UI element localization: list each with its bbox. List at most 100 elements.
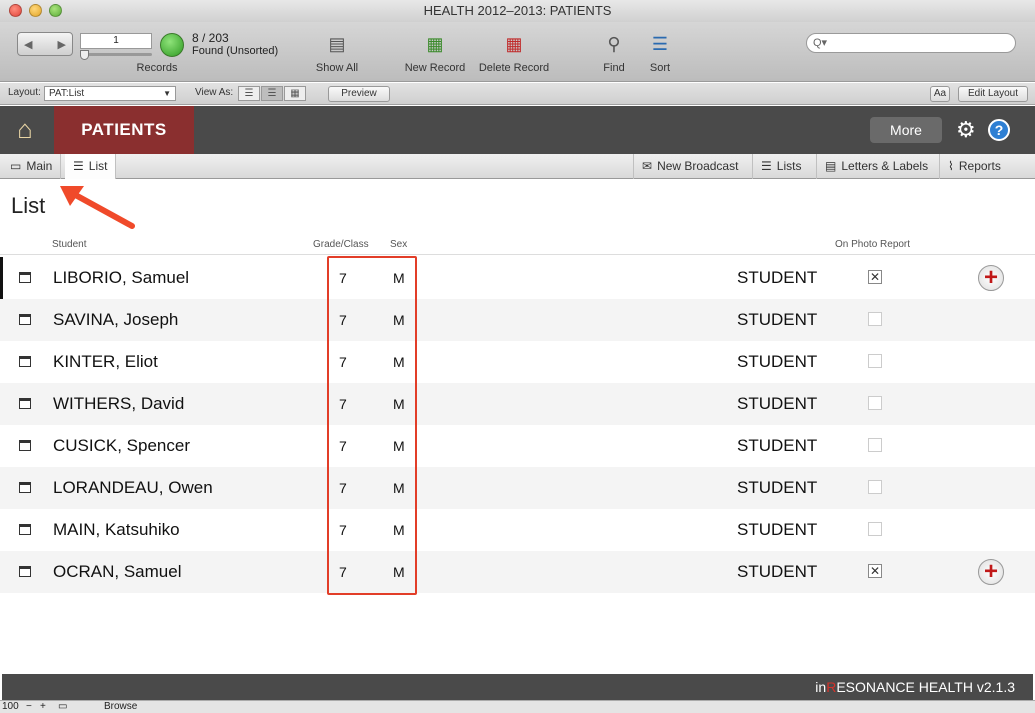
document-icon: ▤ <box>825 159 837 173</box>
new-record-button[interactable]: New Record <box>400 62 470 74</box>
tab-main[interactable]: ▭ Main <box>2 154 62 179</box>
photo-report-checkbox[interactable] <box>868 438 882 452</box>
photo-report-checkbox[interactable] <box>868 312 882 326</box>
find-button[interactable]: Find <box>594 62 634 74</box>
current-record-input[interactable]: 1 <box>80 33 152 49</box>
status-toolbar-toggle-icon[interactable]: ▭ <box>58 701 67 712</box>
delete-record-button[interactable]: Delete Record <box>475 62 553 74</box>
table-row[interactable]: LIBORIO, Samuel 7 M STUDENT ✕ + <box>0 257 1035 299</box>
table-row[interactable]: SAVINA, Joseph 7 M STUDENT <box>0 299 1035 341</box>
table-row[interactable]: LORANDEAU, Owen 7 M STUDENT <box>0 467 1035 509</box>
student-name[interactable]: CUSICK, Spencer <box>53 436 190 456</box>
view-as-table-icon[interactable]: ▦ <box>284 86 306 101</box>
role-value: STUDENT <box>737 562 818 581</box>
lists-button[interactable]: ☰ Lists <box>752 154 809 179</box>
show-all-icon[interactable]: ▤ <box>324 32 350 56</box>
photo-report-checkbox[interactable] <box>868 396 882 410</box>
record-navigator[interactable]: ◀ ▶ <box>17 32 73 56</box>
new-broadcast-button[interactable]: ✉ New Broadcast <box>633 154 746 179</box>
broadcast-icon: ✉ <box>642 159 653 173</box>
view-as-label: View As: <box>195 87 234 98</box>
student-name[interactable]: LORANDEAU, Owen <box>53 478 213 498</box>
quick-find-input[interactable]: Q▾ <box>806 33 1016 53</box>
photo-report-checkbox[interactable]: ✕ <box>868 270 882 284</box>
table-row[interactable]: OCRAN, Samuel 7 M STUDENT ✕ + <box>0 551 1035 593</box>
found-set-pie-icon <box>160 33 184 57</box>
record-window-icon[interactable] <box>19 398 31 409</box>
sub-navigation: ▭ Main ☰ List ✉ New Broadcast ☰ Lists ▤ … <box>0 154 1035 179</box>
tab-list-label: List <box>88 159 108 173</box>
tab-list[interactable]: ☰ List <box>65 154 117 179</box>
more-button[interactable]: More <box>870 117 942 143</box>
sort-button[interactable]: Sort <box>640 62 680 74</box>
student-name[interactable]: MAIN, Katsuhiko <box>53 520 180 540</box>
column-sex: Sex <box>390 239 408 250</box>
zoom-in-icon[interactable]: + <box>40 701 46 712</box>
column-grade: Grade/Class <box>313 239 369 250</box>
student-name[interactable]: LIBORIO, Samuel <box>53 268 189 288</box>
photo-report-checkbox[interactable] <box>868 354 882 368</box>
view-as-form-icon[interactable]: ☰ <box>238 86 260 101</box>
table-row[interactable]: KINTER, Eliot 7 M STUDENT <box>0 341 1035 383</box>
home-icon[interactable]: ⌂ <box>10 114 40 144</box>
table-row[interactable]: CUSICK, Spencer 7 M STUDENT <box>0 425 1035 467</box>
column-photo-report: On Photo Report <box>835 239 911 250</box>
photo-report-checkbox[interactable] <box>868 522 882 536</box>
show-all-button[interactable]: Show All <box>307 62 367 74</box>
medical-cross-icon[interactable]: + <box>978 265 1004 291</box>
record-window-icon[interactable] <box>19 482 31 493</box>
table-row[interactable]: MAIN, Katsuhiko 7 M STUDENT <box>0 509 1035 551</box>
delete-record-icon[interactable]: ▦ <box>501 32 527 56</box>
found-state: Found (Unsorted) <box>192 45 279 57</box>
layout-bar: Layout: PAT:List ▼ View As: ☰ ☰ ▦ Previe… <box>0 83 1035 105</box>
letters-labels-button[interactable]: ▤ Letters & Labels <box>816 154 936 179</box>
toolbar: ◀ ▶ 1 Records 8 / 203 Found (Unsorted) ▤… <box>0 22 1035 82</box>
student-name[interactable]: SAVINA, Joseph <box>53 310 178 330</box>
zoom-out-icon[interactable]: − <box>26 701 32 712</box>
annotation-highlight-box <box>327 256 417 595</box>
new-record-icon[interactable]: ▦ <box>422 32 448 56</box>
view-as-list-icon[interactable]: ☰ <box>261 86 283 101</box>
footer-brand-prefix: in <box>815 679 827 695</box>
close-window-button[interactable] <box>9 4 22 17</box>
gear-icon[interactable]: ⚙ <box>956 118 976 142</box>
record-window-icon[interactable] <box>19 440 31 451</box>
medical-cross-icon[interactable]: + <box>978 559 1004 585</box>
record-window-icon[interactable] <box>19 314 31 325</box>
chevron-down-icon: ▼ <box>163 89 171 98</box>
layout-select[interactable]: PAT:List ▼ <box>44 86 176 101</box>
minimize-window-button[interactable] <box>29 4 42 17</box>
student-name[interactable]: OCRAN, Samuel <box>53 562 181 582</box>
find-icon[interactable]: ⚲ <box>601 32 627 56</box>
layout-select-value: PAT:List <box>49 88 85 99</box>
record-window-icon[interactable] <box>19 566 31 577</box>
sort-icon[interactable]: ☰ <box>647 32 673 56</box>
student-name[interactable]: KINTER, Eliot <box>53 352 158 372</box>
table-header: Student Grade/Class Sex On Photo Report <box>0 235 1035 255</box>
tab-main-label: Main <box>26 159 53 173</box>
edit-layout-button[interactable]: Edit Layout <box>958 86 1028 102</box>
reports-button[interactable]: ⌇ Reports <box>939 154 1009 179</box>
role-value: STUDENT <box>737 394 818 413</box>
next-record-icon[interactable]: ▶ <box>58 38 66 51</box>
table-row[interactable]: WITHERS, David 7 M STUDENT <box>0 383 1035 425</box>
prev-record-icon[interactable]: ◀ <box>24 38 32 51</box>
student-name[interactable]: WITHERS, David <box>53 394 184 414</box>
record-window-icon[interactable] <box>19 356 31 367</box>
footer-brand-accent: R <box>826 679 837 695</box>
zoom-level[interactable]: 100 <box>2 701 19 712</box>
window-controls <box>9 4 62 17</box>
preview-button[interactable]: Preview <box>328 86 390 102</box>
zoom-window-button[interactable] <box>49 4 62 17</box>
mode-indicator[interactable]: Browse <box>104 701 137 712</box>
font-size-button[interactable]: Aa <box>930 86 950 102</box>
help-icon[interactable]: ? <box>988 119 1010 141</box>
role-value: STUDENT <box>737 268 818 287</box>
record-window-icon[interactable] <box>19 524 31 535</box>
record-slider-track[interactable] <box>80 53 152 56</box>
record-slider-handle[interactable] <box>80 50 89 60</box>
photo-report-checkbox[interactable] <box>868 480 882 494</box>
photo-report-checkbox[interactable]: ✕ <box>868 564 882 578</box>
record-window-icon[interactable] <box>19 272 31 283</box>
new-broadcast-label: New Broadcast <box>657 159 739 173</box>
